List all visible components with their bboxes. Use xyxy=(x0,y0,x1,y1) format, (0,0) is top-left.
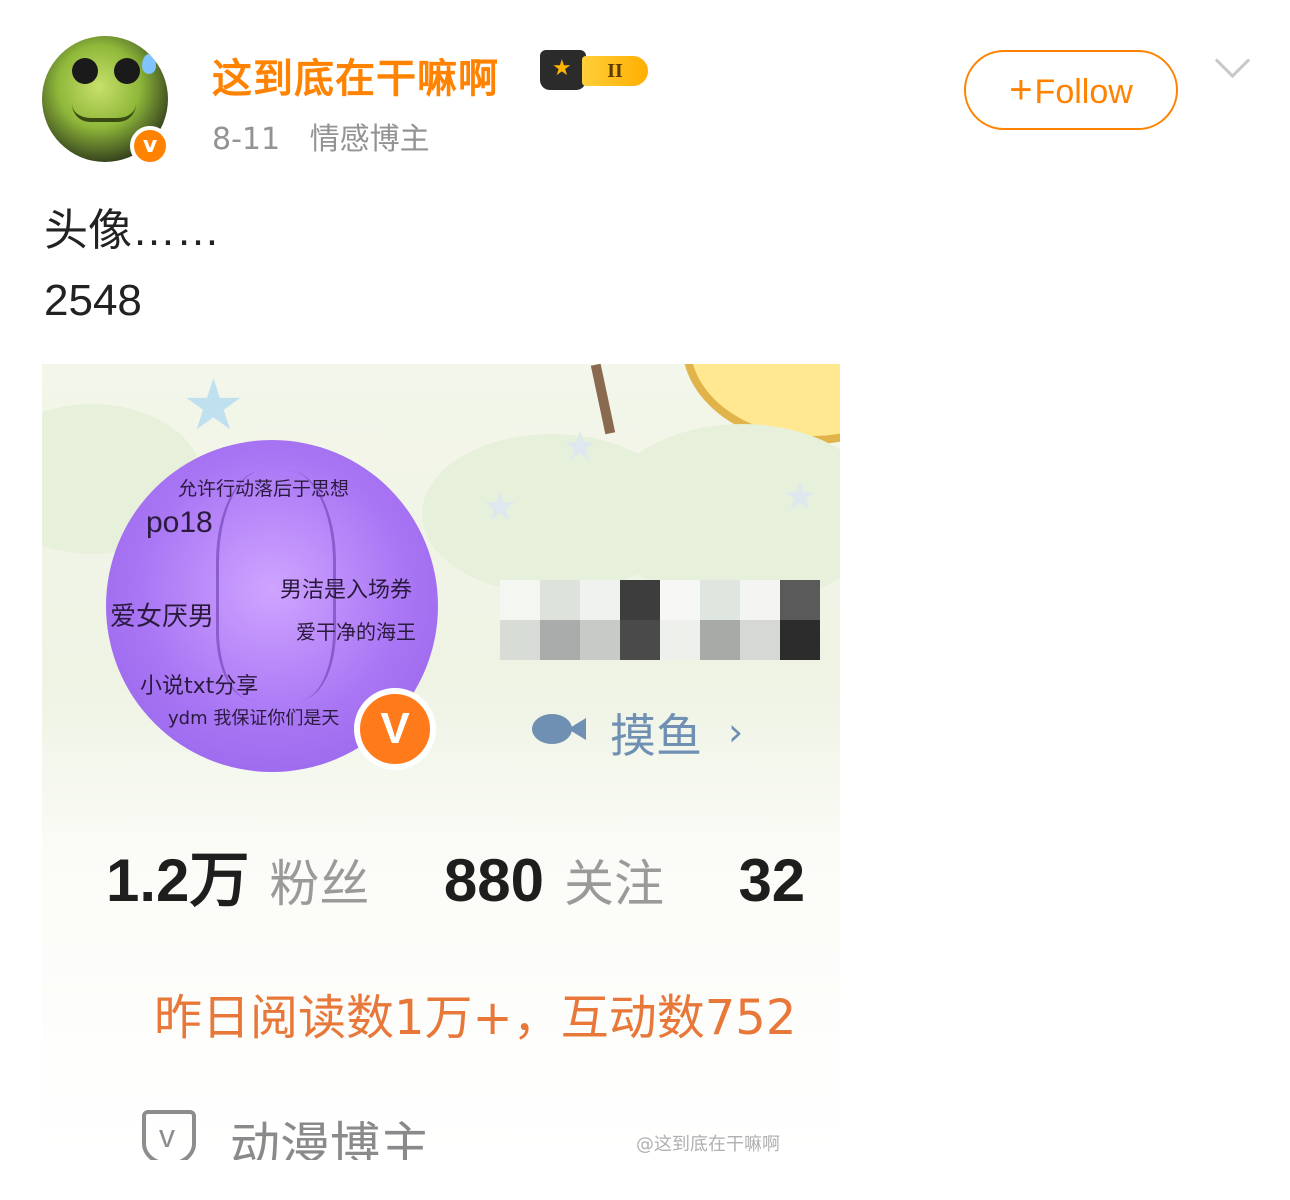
avatar-caption: 爱女厌男 xyxy=(110,602,215,632)
post-date: 8-11 xyxy=(212,122,281,157)
read-stats: 昨日阅读数1万+，互动数752 xyxy=(154,990,797,1046)
star-icon: ★ xyxy=(562,424,598,470)
post-source: 情感博主 xyxy=(309,122,430,157)
star-icon: ★ xyxy=(482,484,518,530)
tag-label: 摸鱼 xyxy=(610,709,702,763)
profile-stats: 1.2万 粉丝 880 关注 32 xyxy=(106,832,840,919)
stat-value: 1.2万 xyxy=(106,847,250,914)
star-icon: ★ xyxy=(782,474,818,520)
follow-label: Follow xyxy=(1034,73,1133,111)
sweat-drop-icon xyxy=(142,54,156,74)
plus-icon: + xyxy=(1009,68,1033,112)
stat-third[interactable]: 32 xyxy=(738,846,805,915)
avatar-eye xyxy=(72,58,98,84)
chevron-down-icon[interactable] xyxy=(1212,48,1252,78)
author-name[interactable]: 这到底在干嘛啊 xyxy=(212,46,499,104)
avatar-caption: 男洁是入场券 xyxy=(280,578,413,603)
stat-followers[interactable]: 1.2万 粉丝 xyxy=(106,832,369,919)
stat-value: 880 xyxy=(443,847,544,914)
embedded-screenshot[interactable]: ★ ★ ★ ★ 允许行动落后于思想 po18 男洁是入场券 爱女厌男 爱干净的海… xyxy=(42,364,840,1160)
post-text-line: 2548 xyxy=(44,276,142,325)
follow-button[interactable]: +Follow xyxy=(964,50,1178,130)
avatar-mouth xyxy=(72,104,136,122)
weibo-post: v 这到底在干嘛啊 II 8-11 情感博主 +Follow 头像…… 2548… xyxy=(0,0,1290,1200)
post-meta: 8-11 情感博主 xyxy=(212,114,430,158)
star-icon: ★ xyxy=(182,364,245,446)
crown-icon xyxy=(540,50,586,90)
level-label: II xyxy=(582,56,648,86)
stat-label: 粉丝 xyxy=(269,856,370,912)
post-text-line: 头像…… xyxy=(44,206,220,255)
shield-icon xyxy=(142,1110,196,1160)
pixelated-username xyxy=(500,580,840,660)
avatar-eye xyxy=(114,58,140,84)
category-label: 动漫博主 xyxy=(230,1117,430,1160)
member-level-badge[interactable]: II xyxy=(540,50,652,92)
avatar-caption: po18 xyxy=(146,506,213,539)
fish-icon xyxy=(532,714,588,744)
avatar-caption: 爱干净的海王 xyxy=(296,620,416,644)
verified-badge-icon: v xyxy=(130,126,170,166)
watermark: @这到底在干嘛啊 xyxy=(636,1134,780,1155)
verified-badge-icon: V xyxy=(354,688,436,770)
avatar-caption: ydm 我保证你们是天 xyxy=(168,708,340,729)
avatar-caption: 小说txt分享 xyxy=(140,674,259,699)
stat-value: 32 xyxy=(738,847,806,914)
stat-label: 关注 xyxy=(563,856,664,912)
avatar-caption: 允许行动落后于思想 xyxy=(178,478,350,500)
chevron-right-icon: › xyxy=(728,710,744,754)
stat-following[interactable]: 880 关注 xyxy=(444,844,664,916)
post-body: 头像…… 2548 xyxy=(44,196,220,336)
